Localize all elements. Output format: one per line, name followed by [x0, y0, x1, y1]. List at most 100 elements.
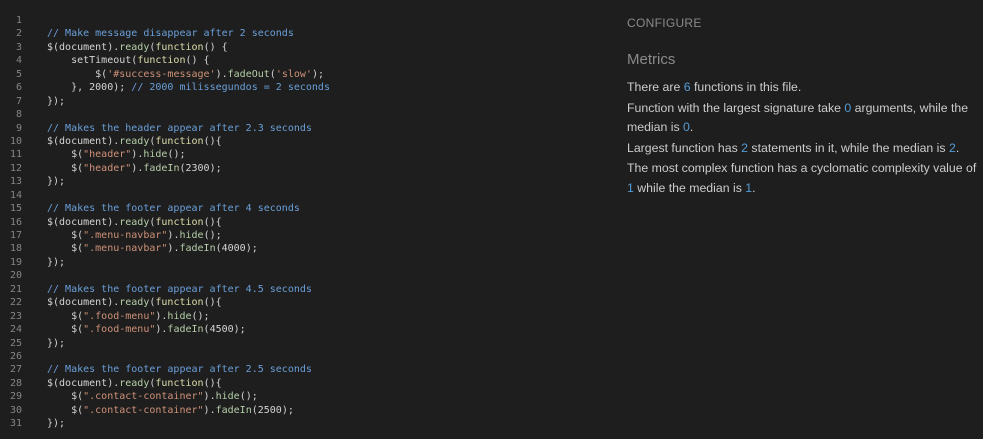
- code-token: hide: [179, 230, 204, 241]
- code-token: fadeIn: [179, 243, 216, 255]
- code-token: (){: [203, 297, 222, 309]
- line-number: 21: [9, 283, 22, 295]
- line-number: 19: [9, 256, 22, 268]
- code-text: $(document).ready(function(){: [22, 296, 222, 309]
- code-text: $(".menu-navbar").fadeIn(4000);: [22, 242, 258, 255]
- code-token: function: [155, 135, 204, 147]
- code-token: $(: [47, 162, 84, 174]
- code-token: $(: [47, 324, 84, 336]
- code-text: setTimeout(function() {: [22, 54, 210, 67]
- code-text: });: [22, 256, 65, 269]
- metric-text: Largest function has: [627, 140, 742, 155]
- line-number: 30: [9, 404, 22, 416]
- line-number: 8: [15, 109, 22, 121]
- code-token: });: [47, 256, 66, 268]
- line-number: 10: [9, 135, 22, 147]
- code-text: $(document).ready(function(){: [22, 377, 222, 390]
- line-number: 17: [9, 230, 22, 241]
- code-token: ();: [239, 391, 258, 403]
- code-token: hide: [215, 391, 240, 403]
- line-number: 20: [9, 270, 22, 282]
- code-editor[interactable]: 1 2// Make message disappear after 2 seco…: [0, 14, 600, 431]
- code-line: 5 $('#success-message').fadeOut('slow');: [0, 68, 600, 81]
- code-line: 17 $(".menu-navbar").hide();: [0, 229, 600, 242]
- code-token: fadeIn: [215, 404, 252, 416]
- code-token: ready: [119, 135, 150, 147]
- code-line: 6 }, 2000); // 2000 milissegundos = 2 se…: [0, 81, 600, 94]
- code-token: () {: [203, 41, 228, 53]
- code-token: ready: [119, 377, 150, 389]
- code-text: });: [22, 95, 65, 108]
- code-token: setTimeout(: [47, 55, 138, 67]
- code-line: 9 // Makes the header appear after 2.3 se…: [0, 122, 600, 135]
- line-number: 15: [9, 203, 22, 215]
- metrics-heading: Metrics: [627, 51, 676, 68]
- code-line: 29 $(".contact-container").hide();: [0, 390, 600, 403]
- code-text: // Makes the footer appear after 4 secon…: [22, 202, 300, 215]
- code-line: 12 $("header").fadeIn(2300);: [0, 162, 600, 175]
- code-token: function: [155, 41, 204, 53]
- metric-item: There are 6 functions in this file.: [627, 78, 981, 98]
- code-token: ready: [119, 41, 150, 53]
- code-text: $(document).ready(function(){: [22, 216, 222, 229]
- code-token: // Makes the footer appear after 2.5 sec…: [47, 364, 312, 376]
- code-token: () {: [185, 55, 210, 67]
- jshint-screen: 1 2// Make message disappear after 2 seco…: [0, 0, 983, 439]
- code-text: $('#success-message').fadeOut('slow');: [22, 68, 324, 81]
- code-token: 'slow': [275, 68, 312, 80]
- line-number: 31: [9, 418, 22, 430]
- metric-text: functions in this file.: [690, 80, 802, 94]
- code-line: 14: [0, 189, 600, 202]
- code-text: $(".food-menu").fadeIn(4500);: [22, 323, 246, 336]
- code-token: });: [47, 176, 66, 188]
- code-token: function: [155, 377, 204, 389]
- code-token: function: [155, 216, 204, 228]
- code-text: }, 2000); // 2000 milissegundos = 2 seco…: [22, 81, 330, 94]
- metrics-list: There are 6 functions in this file. Funct…: [627, 78, 981, 199]
- code-line: 20: [0, 269, 600, 282]
- line-number: 23: [9, 310, 22, 322]
- code-token: });: [47, 337, 66, 349]
- code-token: ).: [131, 149, 144, 161]
- code-token: fadeIn: [143, 162, 180, 174]
- metric-item: Function with the largest signature take…: [627, 99, 981, 138]
- line-number: 26: [9, 350, 22, 362]
- code-text: $(".contact-container").hide();: [22, 390, 258, 403]
- code-token: function: [155, 297, 204, 309]
- code-line: 22 $(document).ready(function(){: [0, 296, 600, 309]
- code-line: 30 $(".contact-container").fadeIn(2500);: [0, 404, 600, 417]
- code-token: $(: [47, 149, 84, 161]
- line-number: 4: [15, 55, 22, 67]
- code-token: // Makes the footer appear after 4.5 sec…: [47, 283, 312, 295]
- code-text: $("header").hide();: [22, 148, 185, 161]
- code-token: ".contact-container": [83, 404, 204, 416]
- line-number: 27: [9, 364, 22, 376]
- code-token: });: [47, 95, 66, 107]
- code-line: 15 // Makes the footer appear after 4 sec…: [0, 202, 600, 215]
- code-token: $(document).: [47, 135, 120, 147]
- code-token: ready: [119, 216, 150, 228]
- code-token: ).: [215, 68, 228, 80]
- code-text: });: [22, 337, 65, 350]
- code-line: 25});: [0, 337, 600, 350]
- code-line: 2 // Make message disappear after 2 secon…: [0, 27, 600, 40]
- line-number: 22: [9, 297, 22, 309]
- code-line: 31});: [0, 417, 600, 430]
- line-number: 6: [15, 82, 22, 94]
- code-token: hide: [167, 310, 192, 322]
- code-token: ).: [155, 324, 168, 336]
- code-text: $(".food-menu").hide();: [22, 310, 210, 323]
- code-token: "header": [83, 162, 132, 174]
- code-line: 8: [0, 108, 600, 121]
- code-token: (){: [203, 216, 222, 228]
- code-token: // Makes the footer appear after 4 secon…: [47, 203, 300, 215]
- configure-link[interactable]: CONFIGURE: [627, 16, 702, 30]
- code-token: ();: [191, 310, 210, 322]
- code-text: $(".contact-container").fadeIn(2500);: [22, 404, 294, 417]
- code-line: 19});: [0, 256, 600, 269]
- code-line: 3 $(document).ready(function() {: [0, 41, 600, 54]
- metric-text: .: [689, 120, 694, 134]
- code-token: }, 2000);: [47, 82, 132, 94]
- code-token: // Makes the header appear after 2.3 sec…: [47, 122, 312, 134]
- code-token: hide: [143, 149, 168, 161]
